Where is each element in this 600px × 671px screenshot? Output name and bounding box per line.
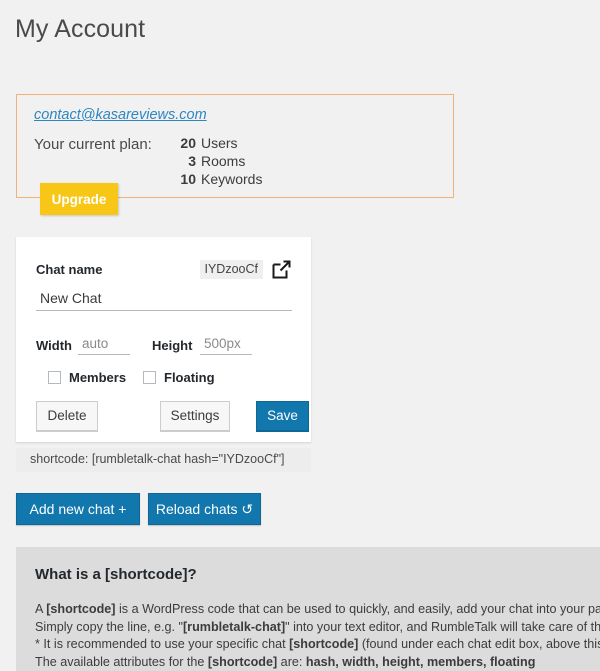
dimensions-row: Width Height <box>36 334 292 358</box>
plan-users-label: Users <box>201 134 238 152</box>
account-email-link[interactable]: contact@kasareviews.com <box>34 107 207 123</box>
info-line: A [shortcode] is a WordPress code that c… <box>35 601 600 619</box>
page-title: My Account <box>15 15 145 44</box>
floating-checkbox[interactable] <box>143 371 156 384</box>
chat-name-input[interactable] <box>36 287 292 311</box>
info-line: The available attributes for the [shortc… <box>35 654 600 671</box>
settings-button[interactable]: Settings <box>160 401 230 431</box>
chat-name-label: Chat name <box>36 262 102 277</box>
card-buttons-row: Delete Settings Save <box>36 401 298 431</box>
width-input[interactable] <box>78 334 130 355</box>
plan-limit-keywords: 10 Keywords <box>172 170 262 188</box>
plan-limits-list: 20 Users 3 Rooms 10 Keywords <box>172 134 262 188</box>
shortcode-text: shortcode: [rumbletalk-chat hash="IYDzoo… <box>30 452 284 466</box>
chat-hash-badge: IYDzooCf <box>200 260 264 279</box>
chat-name-header-row: Chat name IYDzooCf <box>36 260 292 282</box>
plan-rooms-label: Rooms <box>201 152 245 170</box>
height-input[interactable] <box>200 334 252 355</box>
plan-rooms-count: 3 <box>172 152 196 170</box>
members-label: Members <box>69 370 126 385</box>
upgrade-button[interactable]: Upgrade <box>40 183 118 215</box>
add-new-chat-button[interactable]: Add new chat + <box>16 493 140 525</box>
plan-keywords-label: Keywords <box>201 170 262 188</box>
shortcode-info-panel: What is a [shortcode]? A [shortcode] is … <box>16 547 600 671</box>
info-line: * It is recommended to use your specific… <box>35 636 600 654</box>
plan-limit-rooms: 3 Rooms <box>172 152 262 170</box>
members-checkbox-item[interactable]: Members <box>48 370 126 385</box>
width-label: Width <box>36 338 72 353</box>
height-label: Height <box>152 338 192 353</box>
shortcode-bar[interactable]: shortcode: [rumbletalk-chat hash="IYDzoo… <box>16 448 311 472</box>
floating-label: Floating <box>164 370 215 385</box>
plan-users-count: 20 <box>172 134 196 152</box>
floating-checkbox-item[interactable]: Floating <box>143 370 215 385</box>
shortcode-info-body: A [shortcode] is a WordPress code that c… <box>35 601 600 671</box>
chat-edit-card: Chat name IYDzooCf Width Height Members … <box>16 237 311 442</box>
external-link-icon[interactable] <box>271 259 292 280</box>
current-plan-label: Your current plan: <box>34 136 152 153</box>
members-checkbox[interactable] <box>48 371 61 384</box>
shortcode-info-title: What is a [shortcode]? <box>35 566 197 583</box>
options-row: Members Floating <box>36 370 292 388</box>
info-line: Simply copy the line, e.g. "[rumbletalk-… <box>35 619 600 637</box>
delete-button[interactable]: Delete <box>36 401 98 431</box>
reload-chats-button[interactable]: Reload chats ↺ <box>148 493 261 525</box>
plan-limit-users: 20 Users <box>172 134 262 152</box>
save-button[interactable]: Save <box>256 401 309 431</box>
plan-keywords-count: 10 <box>172 170 196 188</box>
